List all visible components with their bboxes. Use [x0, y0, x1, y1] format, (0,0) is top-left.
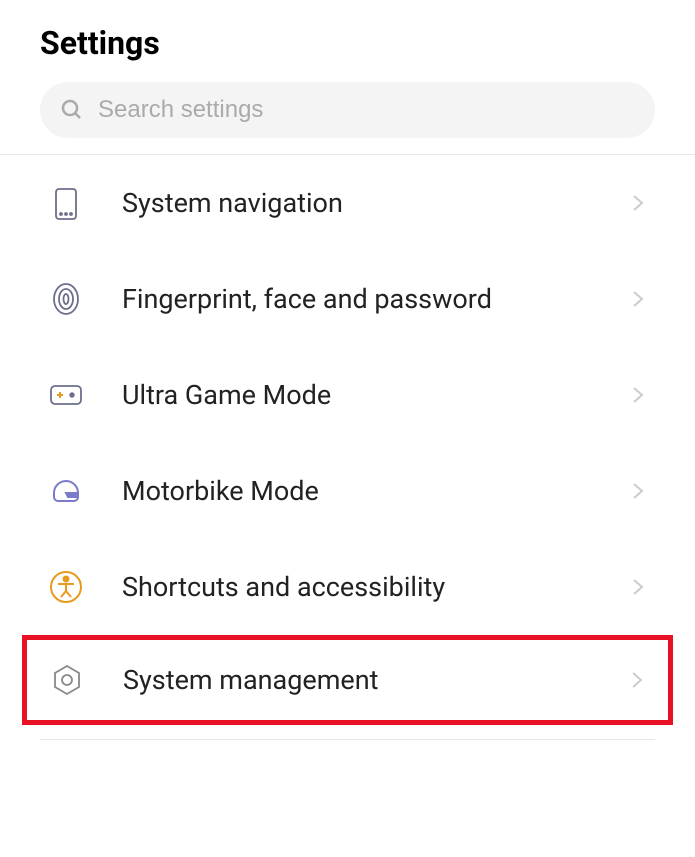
settings-item-label: Fingerprint, face and password [122, 283, 629, 315]
settings-item-label: Shortcuts and accessibility [122, 571, 629, 603]
settings-item-accessibility[interactable]: Shortcuts and accessibility [0, 539, 695, 635]
gear-hex-icon [49, 662, 85, 698]
settings-item-fingerprint[interactable]: Fingerprint, face and password [0, 251, 695, 347]
settings-item-label: Ultra Game Mode [122, 379, 629, 411]
settings-item-system-management[interactable]: System management [22, 635, 673, 725]
phone-icon [48, 185, 84, 221]
chevron-right-icon [629, 386, 647, 404]
settings-item-system-navigation[interactable]: System navigation [0, 155, 695, 251]
chevron-right-icon [629, 290, 647, 308]
settings-item-motorbike-mode[interactable]: Motorbike Mode [0, 443, 695, 539]
page-title: Settings [40, 24, 655, 62]
chevron-right-icon [629, 578, 647, 596]
fingerprint-icon [48, 281, 84, 317]
search-container [0, 82, 695, 154]
gamepad-icon [48, 377, 84, 413]
accessibility-icon [48, 569, 84, 605]
search-box[interactable] [40, 82, 655, 138]
settings-item-label: System navigation [122, 187, 629, 219]
chevron-right-icon [628, 671, 646, 689]
chevron-right-icon [629, 482, 647, 500]
divider [40, 739, 655, 740]
search-icon [60, 98, 84, 122]
settings-item-ultra-game-mode[interactable]: Ultra Game Mode [0, 347, 695, 443]
settings-item-label: Motorbike Mode [122, 475, 629, 507]
search-input[interactable] [98, 96, 635, 124]
header: Settings [0, 0, 695, 82]
settings-item-label: System management [123, 664, 628, 696]
chevron-right-icon [629, 194, 647, 212]
helmet-icon [48, 473, 84, 509]
settings-list: System navigation Fingerprint, face and … [0, 155, 695, 725]
